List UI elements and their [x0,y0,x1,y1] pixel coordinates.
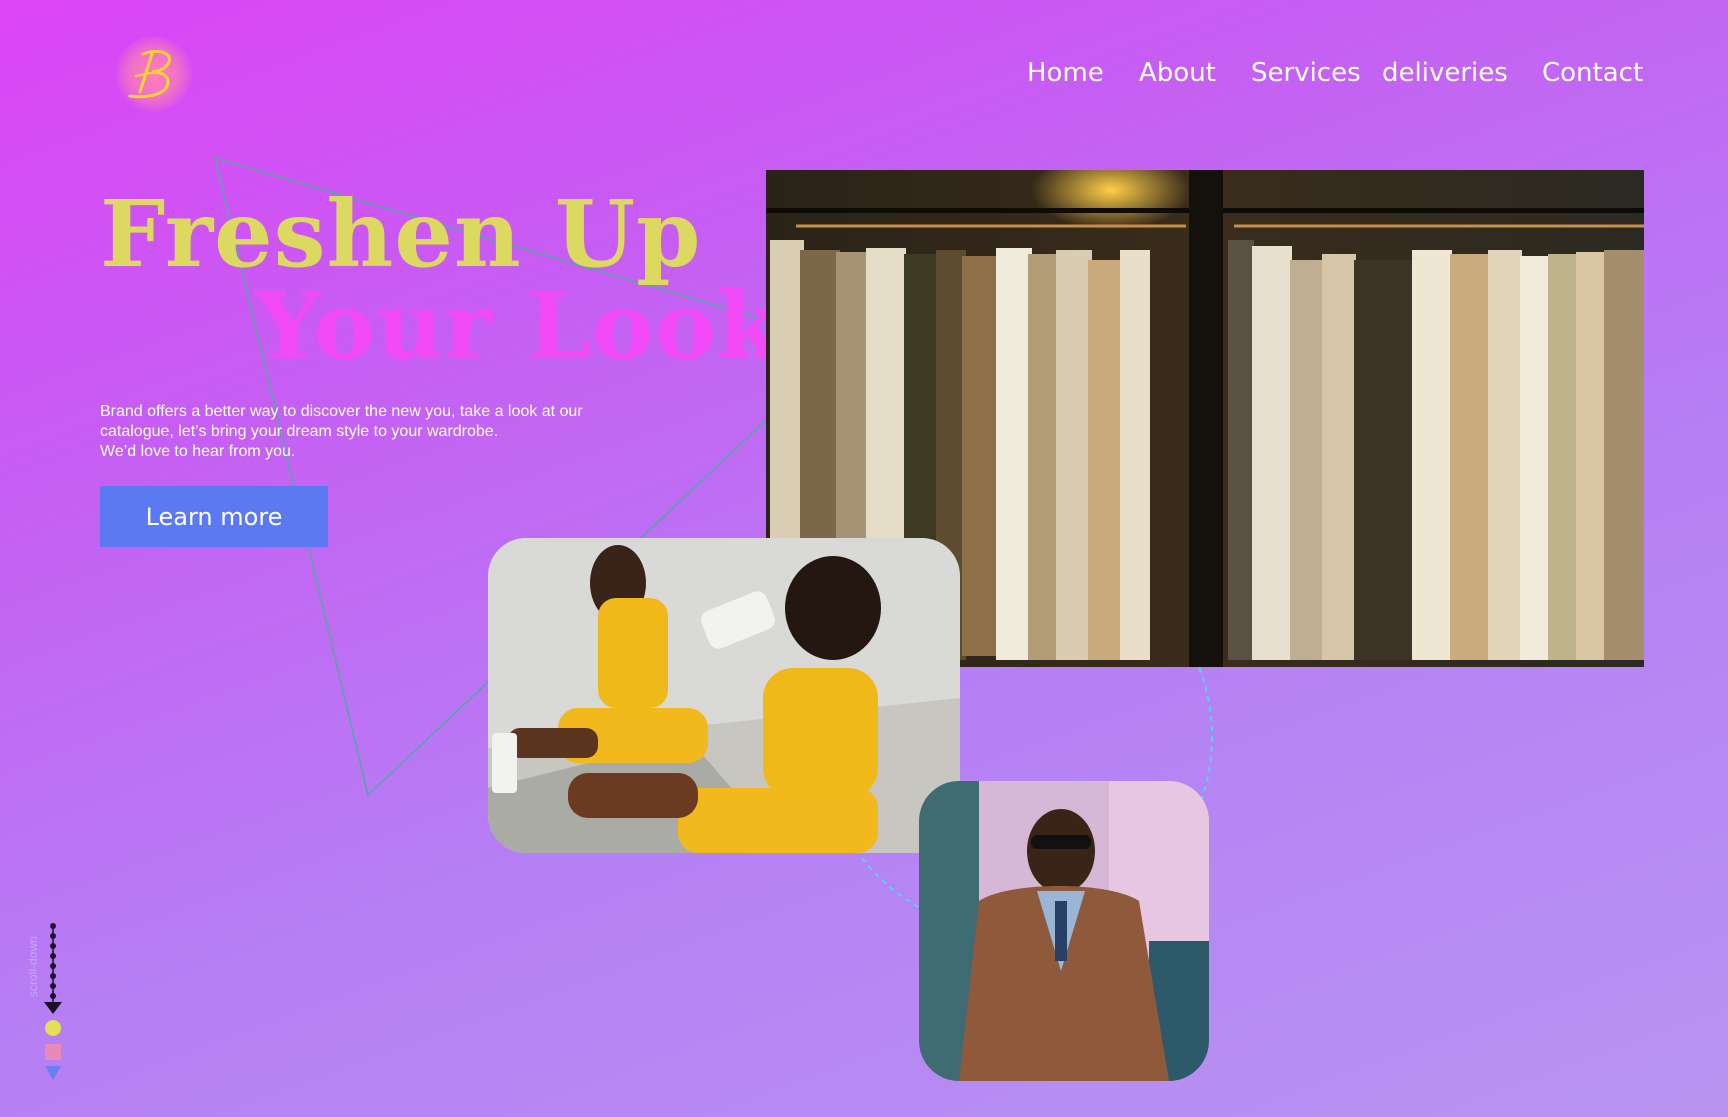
man-in-leather-jacket-photo [919,781,1209,1081]
nav-contact[interactable]: Contact [1542,58,1643,88]
nav-home[interactable]: Home [1027,58,1104,88]
intro-text: Brand offers a better way to discover th… [100,402,660,462]
intro-line-1: Brand offers a better way to discover th… [100,403,583,420]
arrow-down-icon [44,1002,62,1014]
athletes-photo [488,538,960,853]
intro-line-3: We’d love to hear from you. [100,443,296,460]
brand-b-logo-icon [128,50,171,99]
pink-square-marker [45,1044,61,1060]
headline-line-2: Your Look [255,272,782,380]
nav-services[interactable]: Services [1251,58,1361,88]
brand-logo[interactable] [116,36,192,112]
scroll-down-label: scroll-down [26,936,40,997]
scroll-indicator[interactable] [40,922,64,1082]
nav-about[interactable]: About [1139,58,1216,88]
blue-triangle-marker [45,1066,61,1080]
learn-more-button[interactable]: Learn more [100,486,328,547]
intro-line-2: catalogue, let’s bring your dream style … [100,423,499,440]
nav-deliveries[interactable]: deliveries [1382,58,1508,88]
yellow-circle-marker [45,1020,61,1036]
